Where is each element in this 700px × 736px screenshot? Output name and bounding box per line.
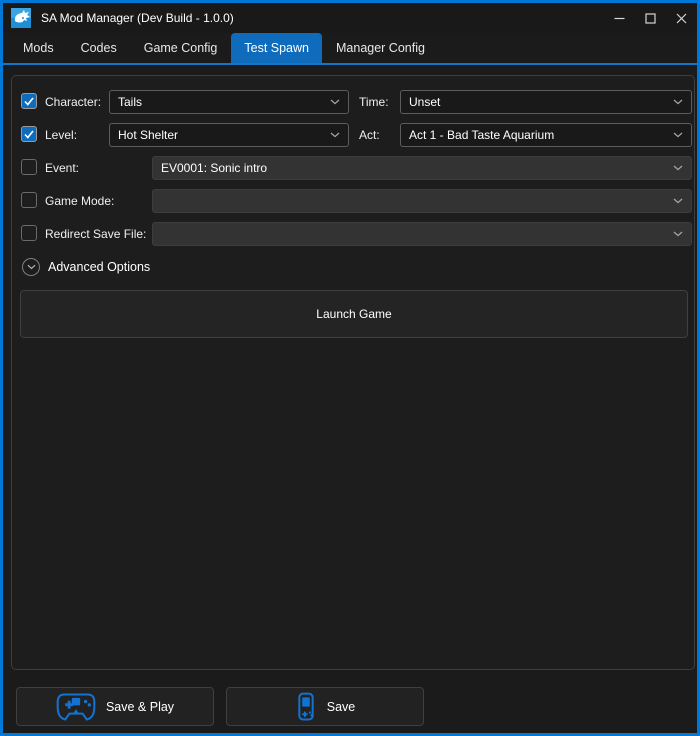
save-label: Save <box>326 699 356 714</box>
game-mode-dropdown[interactable] <box>152 189 692 213</box>
save-and-play-button[interactable]: Save & Play <box>16 687 214 726</box>
launch-game-button[interactable]: Launch Game <box>20 290 688 338</box>
act-label: Act: <box>359 128 380 142</box>
chevron-down-icon <box>27 264 35 270</box>
tab-test-spawn[interactable]: Test Spawn <box>231 33 322 63</box>
gamepad-icon <box>56 693 96 720</box>
redirect-save-file-checkbox[interactable] <box>21 225 37 241</box>
time-dropdown-value: Unset <box>409 95 441 109</box>
time-dropdown[interactable]: Unset <box>400 90 692 114</box>
tab-manager-config-label: Manager Config <box>336 41 425 55</box>
chevron-down-icon <box>673 198 683 204</box>
level-checkbox[interactable] <box>21 126 37 142</box>
minimize-button[interactable] <box>604 4 635 32</box>
chevron-down-icon <box>673 99 683 105</box>
checkmark-icon <box>24 97 34 106</box>
redirect-save-file-label: Redirect Save File: <box>45 227 147 241</box>
window-controls <box>604 3 697 33</box>
expander-chevron-circle-icon <box>22 258 40 276</box>
event-label: Event: <box>45 161 80 175</box>
chevron-down-icon <box>330 99 340 105</box>
minimize-icon <box>614 17 625 19</box>
character-dropdown[interactable]: Tails <box>109 90 349 114</box>
tab-codes[interactable]: Codes <box>68 33 130 63</box>
maximize-button[interactable] <box>635 4 666 32</box>
app-window: SA Mod Manager (Dev Build - 1.0.0) Mods … <box>0 0 700 736</box>
save-and-play-label: Save & Play <box>105 699 175 714</box>
checkmark-icon <box>24 130 34 139</box>
character-label: Character: <box>45 95 102 109</box>
window-title: SA Mod Manager (Dev Build - 1.0.0) <box>41 11 234 25</box>
event-dropdown-value: EV0001: Sonic intro <box>161 161 268 175</box>
tab-mods[interactable]: Mods <box>10 33 67 63</box>
level-label: Level: <box>45 128 78 142</box>
game-mode-label: Game Mode: <box>45 194 115 208</box>
tab-manager-config[interactable]: Manager Config <box>323 33 438 63</box>
save-button[interactable]: Save <box>226 687 424 726</box>
launch-game-label: Launch Game <box>316 307 392 321</box>
app-logo-sonic-icon <box>11 8 31 28</box>
vmu-save-icon <box>298 692 314 720</box>
test-spawn-panel: Character: Tails Time: Unset Level: Hot … <box>11 75 695 670</box>
chevron-down-icon <box>673 165 683 171</box>
tab-test-spawn-label: Test Spawn <box>244 41 309 55</box>
advanced-options-expander[interactable]: Advanced Options <box>22 258 150 276</box>
close-button[interactable] <box>666 4 697 32</box>
act-dropdown-value: Act 1 - Bad Taste Aquarium <box>409 128 555 142</box>
level-dropdown[interactable]: Hot Shelter <box>109 123 349 147</box>
advanced-options-label: Advanced Options <box>48 260 151 274</box>
chevron-down-icon <box>673 132 683 138</box>
act-dropdown[interactable]: Act 1 - Bad Taste Aquarium <box>400 123 692 147</box>
tab-bar: Mods Codes Game Config Test Spawn Manage… <box>3 33 697 65</box>
chevron-down-icon <box>673 231 683 237</box>
game-mode-checkbox[interactable] <box>21 192 37 208</box>
tab-game-config[interactable]: Game Config <box>131 33 231 63</box>
event-dropdown[interactable]: EV0001: Sonic intro <box>152 156 692 180</box>
maximize-icon <box>645 12 656 24</box>
close-icon <box>676 13 687 23</box>
event-checkbox[interactable] <box>21 159 37 175</box>
character-checkbox[interactable] <box>21 93 37 109</box>
time-label: Time: <box>359 95 389 109</box>
character-dropdown-value: Tails <box>118 95 143 109</box>
tab-mods-label: Mods <box>23 41 54 55</box>
titlebar: SA Mod Manager (Dev Build - 1.0.0) <box>3 3 697 33</box>
redirect-save-file-dropdown[interactable] <box>152 222 692 246</box>
level-dropdown-value: Hot Shelter <box>118 128 179 142</box>
tab-game-config-label: Game Config <box>143 41 218 55</box>
chevron-down-icon <box>330 132 340 138</box>
tab-codes-label: Codes <box>80 41 117 55</box>
